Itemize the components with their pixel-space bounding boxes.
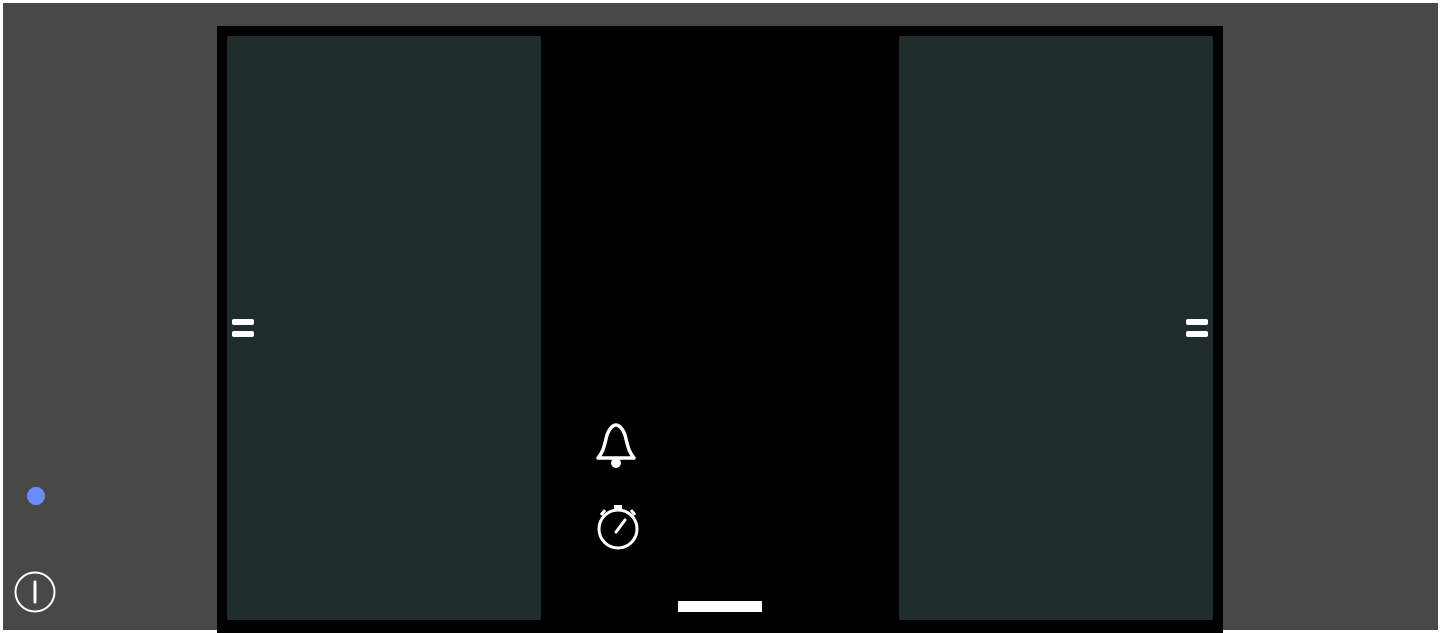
status-dot [27, 487, 45, 505]
stopwatch-icon [597, 505, 639, 550]
desktop-background [3, 3, 1438, 633]
power-icon [14, 571, 56, 613]
left-panel-drag-handle[interactable] [232, 317, 254, 339]
home-indicator[interactable] [678, 601, 762, 612]
right-side-panel[interactable] [899, 36, 1213, 620]
bell-icon [596, 423, 636, 468]
alarm-button[interactable] [590, 417, 642, 469]
left-side-panel[interactable] [227, 36, 541, 620]
drag-handle-icon [1186, 319, 1208, 337]
power-button[interactable] [14, 571, 56, 613]
drag-handle-icon [232, 319, 254, 337]
stopwatch-button[interactable] [592, 501, 644, 553]
right-panel-drag-handle[interactable] [1186, 317, 1208, 339]
device-screen [217, 26, 1223, 633]
